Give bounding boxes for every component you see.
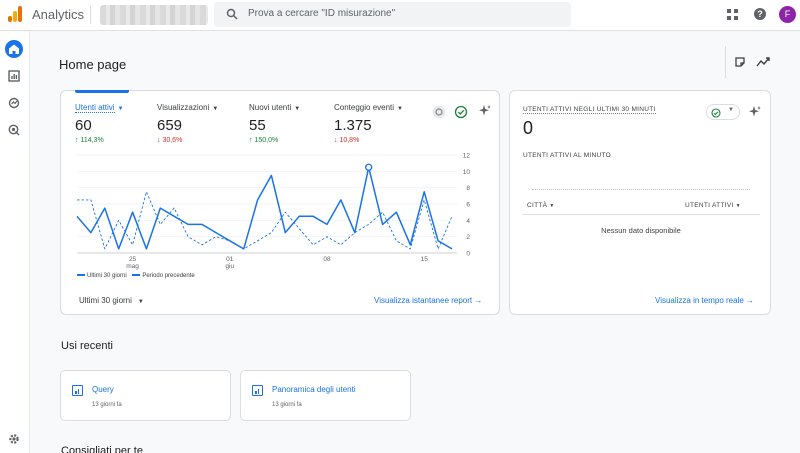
chevron-down-icon: ▼ (137, 299, 144, 305)
divider (90, 6, 91, 24)
view-realtime-link[interactable]: Visualizza in tempo reale → (655, 296, 754, 305)
legend-solid-line (77, 274, 85, 277)
legend-current: Ultimi 30 giorni (87, 273, 127, 279)
date-range-select[interactable]: Ultimi 30 giorni ▼ (79, 296, 144, 305)
check-circle-icon (711, 108, 721, 118)
report-chart-icon (72, 385, 83, 396)
app-name: Analytics (32, 7, 85, 22)
overview-card: Utenti attivi ▼ 60 ↑ 114,3% Visualizzazio… (60, 90, 500, 315)
left-nav-rail (0, 31, 30, 453)
users-line-chart[interactable]: 0 2 4 6 8 10 12 25mag 01giu 08 15 (61, 91, 501, 276)
recent-item-label: Query (92, 385, 114, 394)
reports-icon[interactable] (5, 67, 23, 85)
avatar[interactable]: F (779, 6, 796, 23)
users-column-header[interactable]: UTENTI ATTIVI ▼ (685, 202, 741, 209)
recent-item-time: 13 giorni fa (92, 402, 122, 408)
city-column-header[interactable]: CITTÀ ▼ (527, 202, 555, 209)
analytics-logo-icon[interactable] (8, 6, 22, 22)
x-tick-label: 08 (323, 256, 331, 263)
y-tick-label: 8 (466, 185, 470, 192)
help-icon[interactable]: ? (754, 8, 766, 20)
divider (522, 214, 760, 215)
x-tick-label: 15 (421, 256, 429, 263)
recent-section-title: Usi recenti (61, 340, 113, 352)
apps-grid-icon[interactable] (727, 9, 738, 20)
report-chart-icon (252, 385, 263, 396)
account-selector[interactable] (100, 5, 208, 25)
x-tick-sublabel: mag (126, 263, 139, 270)
recent-item-time: 13 giorni fa (272, 402, 302, 408)
search-icon (226, 8, 238, 20)
arrow-right-icon: → (474, 296, 483, 305)
chevron-down-icon: ▼ (728, 107, 734, 113)
per-minute-baseline (532, 189, 750, 190)
search-bar[interactable]: Prova a cercare "ID misurazione" (214, 2, 571, 27)
y-tick-label: 4 (466, 218, 470, 225)
search-input[interactable]: Prova a cercare "ID misurazione" (248, 8, 395, 19)
y-tick-label: 6 (466, 202, 470, 209)
insights-trend-icon[interactable] (756, 56, 770, 68)
status-chip[interactable]: ▼ (706, 104, 740, 120)
recent-item[interactable]: Query 13 giorni fa (60, 370, 231, 421)
recent-item[interactable]: Panoramica degli utenti 13 giorni fa (240, 370, 411, 421)
explore-icon[interactable] (5, 94, 23, 112)
realtime-card: UTENTI ATTIVI NEGLI ULTIMI 30 MINUTI 0 ▼… (509, 90, 771, 315)
recent-item-label: Panoramica degli utenti (272, 385, 356, 394)
arrow-right-icon: → (746, 296, 755, 305)
note-icon[interactable] (734, 56, 746, 68)
page-title: Home page (59, 57, 127, 72)
view-snapshot-link[interactable]: Visualizza istantanee report → (374, 296, 482, 305)
settings-gear-icon[interactable] (8, 433, 20, 445)
x-tick-label: 25 (129, 256, 137, 263)
chart-legend: Ultimi 30 giorni Periodo precedente (77, 273, 195, 279)
legend-previous: Periodo precedente (142, 273, 195, 279)
advertising-icon[interactable] (5, 121, 23, 139)
y-tick-label: 2 (466, 234, 470, 241)
realtime-title: UTENTI ATTIVI NEGLI ULTIMI 30 MINUTI (523, 106, 656, 114)
suggested-section-title: Consigliati per te (61, 445, 143, 453)
sparkle-insights-icon[interactable] (748, 105, 762, 119)
top-bar: Analytics Prova a cercare "ID misurazion… (0, 0, 800, 31)
x-tick-label: 01 (226, 256, 234, 263)
realtime-value: 0 (523, 118, 534, 138)
divider (725, 46, 726, 78)
empty-state: Nessun dato disponibile (601, 226, 681, 235)
realtime-subtitle: UTENTI ATTIVI AL MINUTO (523, 152, 612, 159)
y-tick-label: 10 (463, 169, 471, 176)
legend-dashed-line (132, 274, 141, 277)
highlighted-point (365, 163, 373, 171)
home-icon[interactable] (5, 40, 23, 58)
x-tick-sublabel: giu (225, 263, 234, 270)
y-tick-label: 0 (466, 251, 470, 258)
y-tick-label: 12 (463, 153, 471, 160)
